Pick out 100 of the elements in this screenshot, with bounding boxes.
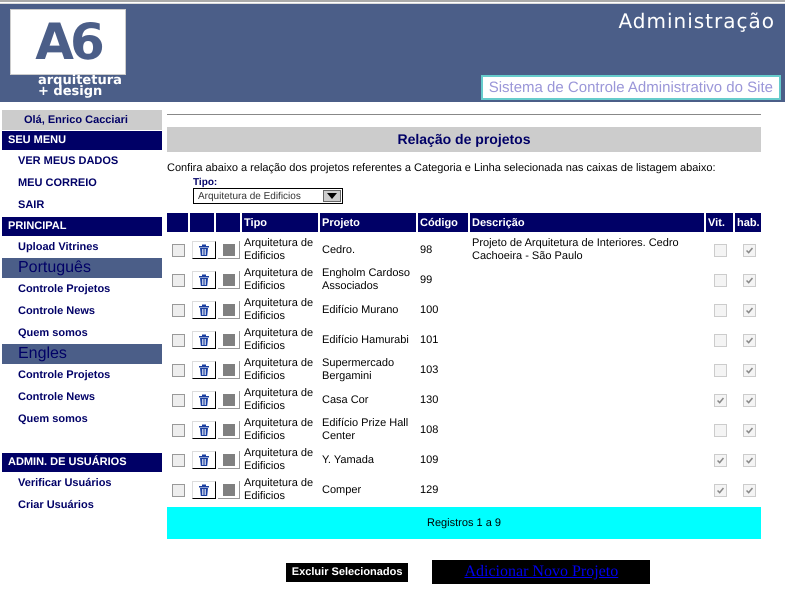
- sidebar-link[interactable]: Quem somos: [2, 322, 162, 344]
- row-checkbox[interactable]: [172, 394, 185, 406]
- lines-icon[interactable]: [222, 394, 234, 406]
- row-checkbox[interactable]: [172, 484, 185, 496]
- showcase-checkbox[interactable]: [714, 334, 727, 346]
- showcase-checkbox[interactable]: [714, 244, 727, 256]
- table-cell: Projeto de Arquitetura de Interiores. Cedro Cachoeira - São Paulo: [472, 237, 679, 262]
- table-cell-text: Arquitetura de Edificios: [243, 356, 314, 384]
- details-button[interactable]: [218, 421, 240, 439]
- details-button[interactable]: [218, 331, 240, 349]
- showcase-checkbox[interactable]: [714, 364, 727, 376]
- language-header: Português: [2, 258, 162, 278]
- table-cell-text: 101: [419, 332, 440, 348]
- row-checkbox[interactable]: [172, 334, 185, 346]
- trash-icon[interactable]: [197, 483, 211, 497]
- lines-icon[interactable]: [222, 364, 234, 376]
- trash-button[interactable]: [192, 481, 216, 499]
- row-checkbox[interactable]: [172, 274, 185, 286]
- trash-button[interactable]: [192, 331, 216, 349]
- site-subtitle: Sistema de Controle Administrativo do Site: [480, 75, 781, 100]
- trash-button[interactable]: [192, 241, 216, 259]
- column-header: Descrição: [470, 213, 704, 235]
- details-button[interactable]: [218, 241, 240, 259]
- trash-button[interactable]: [192, 301, 216, 319]
- details-button[interactable]: [218, 481, 240, 499]
- sidebar-link[interactable]: Controle News: [2, 386, 162, 408]
- sidebar-link[interactable]: VER MEUS DADOS: [2, 150, 162, 172]
- lines-icon[interactable]: [222, 334, 234, 346]
- type-dropdown[interactable]: Arquitetura de Edificios: [193, 188, 343, 204]
- details-button[interactable]: [218, 391, 240, 409]
- details-button[interactable]: [218, 271, 240, 289]
- sidebar-link[interactable]: Controle Projetos: [2, 364, 162, 386]
- dropdown-arrow-icon[interactable]: [327, 193, 337, 199]
- row-checkbox[interactable]: [172, 454, 185, 466]
- table-cell-text: 109: [419, 452, 440, 468]
- table-cell-text: 103: [419, 362, 440, 378]
- lines-icon[interactable]: [222, 304, 234, 316]
- sidebar-link[interactable]: Criar Usuários: [2, 494, 162, 516]
- column-header: [167, 213, 188, 235]
- table-cell-text: Arquitetura de Edificios: [243, 296, 314, 324]
- row-checkbox[interactable]: [172, 244, 185, 256]
- row-checkbox[interactable]: [172, 304, 185, 316]
- sidebar-link[interactable]: SAIR: [2, 194, 162, 216]
- table-cell-text: 100: [419, 302, 440, 318]
- trash-icon[interactable]: [197, 273, 211, 287]
- sidebar-link[interactable]: Controle News: [2, 300, 162, 322]
- trash-icon[interactable]: [197, 333, 211, 347]
- details-button[interactable]: [218, 361, 240, 379]
- lines-icon[interactable]: [222, 274, 234, 286]
- enabled-checkbox[interactable]: [743, 334, 756, 346]
- table-cell-text: Arquitetura de Edificios: [243, 266, 314, 294]
- trash-button[interactable]: [192, 271, 216, 289]
- enabled-checkbox[interactable]: [743, 454, 756, 466]
- column-header: Código: [418, 213, 468, 235]
- lines-icon[interactable]: [222, 244, 234, 256]
- trash-icon[interactable]: [197, 423, 211, 437]
- table-cell-text: Y. Yamada: [321, 452, 375, 468]
- enabled-checkbox[interactable]: [743, 244, 756, 256]
- lines-icon[interactable]: [222, 484, 234, 496]
- sidebar-link[interactable]: Upload Vitrines: [2, 236, 162, 258]
- column-header: hab.: [735, 213, 761, 235]
- delete-selected-button[interactable]: Excluir Selecionados: [286, 562, 408, 582]
- column-header: [216, 213, 240, 235]
- trash-icon[interactable]: [197, 303, 211, 317]
- sidebar-link[interactable]: MEU CORREIO: [2, 172, 162, 194]
- lines-icon[interactable]: [222, 454, 234, 466]
- trash-icon[interactable]: [197, 363, 211, 377]
- row-checkbox[interactable]: [172, 364, 185, 376]
- trash-icon[interactable]: [197, 393, 211, 407]
- table-cell-text: 130: [419, 392, 440, 408]
- sidebar-link[interactable]: Quem somos: [2, 408, 162, 430]
- showcase-checkbox[interactable]: [714, 424, 727, 436]
- details-button[interactable]: [218, 451, 240, 469]
- showcase-checkbox[interactable]: [714, 274, 727, 286]
- enabled-checkbox[interactable]: [743, 364, 756, 376]
- details-button[interactable]: [218, 301, 240, 319]
- sidebar-link[interactable]: Controle Projetos: [2, 278, 162, 300]
- trash-icon[interactable]: [197, 453, 211, 467]
- showcase-checkbox[interactable]: [714, 394, 727, 406]
- table-cell-text: Edifício Prize Hall Center: [321, 416, 410, 444]
- enabled-checkbox[interactable]: [743, 394, 756, 406]
- filter-label: Tipo:: [193, 178, 218, 188]
- lines-icon[interactable]: [222, 424, 234, 436]
- table-cell-text: Supermercado Bergamini: [321, 356, 396, 384]
- trash-button[interactable]: [192, 421, 216, 439]
- enabled-checkbox[interactable]: [743, 484, 756, 496]
- row-checkbox[interactable]: [172, 424, 185, 436]
- enabled-checkbox[interactable]: [743, 274, 756, 286]
- table-cell-text: Edifício Hamurabi: [321, 332, 410, 348]
- showcase-checkbox[interactable]: [714, 454, 727, 466]
- trash-button[interactable]: [192, 361, 216, 379]
- showcase-checkbox[interactable]: [714, 484, 727, 496]
- trash-button[interactable]: [192, 391, 216, 409]
- showcase-checkbox[interactable]: [714, 304, 727, 316]
- enabled-checkbox[interactable]: [743, 424, 756, 436]
- trash-button[interactable]: [192, 451, 216, 469]
- enabled-checkbox[interactable]: [743, 304, 756, 316]
- trash-icon[interactable]: [197, 243, 211, 257]
- table-cell-text: Comper: [321, 482, 362, 498]
- sidebar-link[interactable]: Verificar Usuários: [2, 472, 162, 494]
